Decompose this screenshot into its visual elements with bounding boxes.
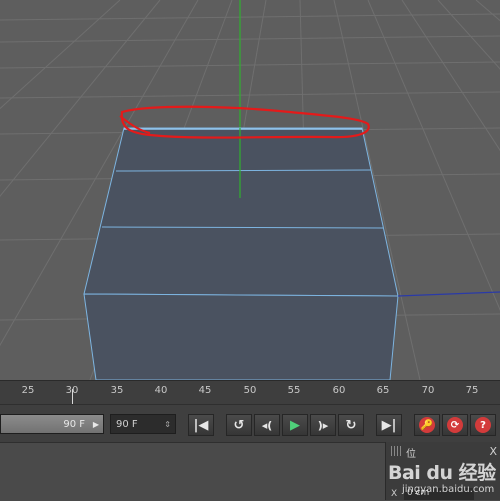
current-frame-field[interactable]: 90 F ⇕ — [110, 414, 176, 434]
timeline-tick-label: 45 — [198, 385, 212, 396]
watermark-brand: Bai du 经验 — [388, 462, 496, 484]
play-icon: ▶ — [290, 417, 300, 433]
watermark-url: jingyan.baidu.com — [402, 484, 495, 495]
playback-controls: 90 F ▶ 90 F ⇕ |◀ ↺ ◂( ▶ )▸ ↻ ▶| 🔑 ⟳ ? — [0, 404, 500, 443]
goto-start-button[interactable]: |◀ — [188, 414, 214, 436]
timeline-playhead[interactable] — [72, 389, 73, 405]
next-key-button[interactable]: ↻ — [338, 414, 364, 436]
timeline-ruler[interactable]: 25 30 35 40 45 50 55 60 65 70 75 — [0, 380, 500, 405]
cube-object[interactable] — [83, 127, 399, 380]
timeline-tick-label: 40 — [154, 385, 168, 396]
timeline-tick-label: 25 — [21, 385, 35, 396]
timeline-tick-label: 60 — [332, 385, 346, 396]
viewport-canvas[interactable] — [0, 0, 500, 380]
spinner-icon[interactable]: ⇕ — [164, 415, 171, 435]
timeline-tick-label: 65 — [376, 385, 390, 396]
timeline-tick-label: 75 — [465, 385, 479, 396]
auto-key-icon: ⟳ — [447, 417, 463, 433]
keyframe-help-button[interactable]: ? — [470, 414, 496, 436]
goto-end-button[interactable]: ▶| — [376, 414, 402, 436]
next-key-icon: ↻ — [345, 417, 357, 433]
stepper-arrow-icon[interactable]: ▶ — [93, 415, 99, 435]
end-frame-field[interactable]: 90 F ▶ — [0, 414, 104, 434]
goto-start-icon: |◀ — [193, 417, 209, 433]
end-frame-value: 90 F — [63, 419, 85, 430]
record-key-button[interactable]: 🔑 — [414, 414, 440, 436]
keyframe-help-icon: ? — [475, 417, 491, 433]
next-frame-button[interactable]: )▸ — [310, 414, 336, 436]
next-frame-icon: )▸ — [317, 418, 329, 432]
prev-frame-icon: ◂( — [261, 418, 273, 432]
timeline-tick-label: 35 — [110, 385, 124, 396]
timeline-tick-label: 55 — [287, 385, 301, 396]
3d-viewport[interactable] — [0, 0, 500, 380]
prev-key-icon: ↺ — [233, 417, 245, 433]
auto-key-button[interactable]: ⟳ — [442, 414, 468, 436]
timeline-tick-label: 70 — [421, 385, 435, 396]
goto-end-icon: ▶| — [381, 417, 397, 433]
record-key-icon: 🔑 — [419, 417, 435, 433]
play-button[interactable]: ▶ — [282, 414, 308, 436]
timeline-tick-label: 50 — [243, 385, 257, 396]
current-frame-value: 90 F — [116, 419, 138, 430]
baidu-watermark: Bai du 经验 jingyan.baidu.com — [388, 454, 498, 498]
prev-frame-button[interactable]: ◂( — [254, 414, 280, 436]
prev-key-button[interactable]: ↺ — [226, 414, 252, 436]
